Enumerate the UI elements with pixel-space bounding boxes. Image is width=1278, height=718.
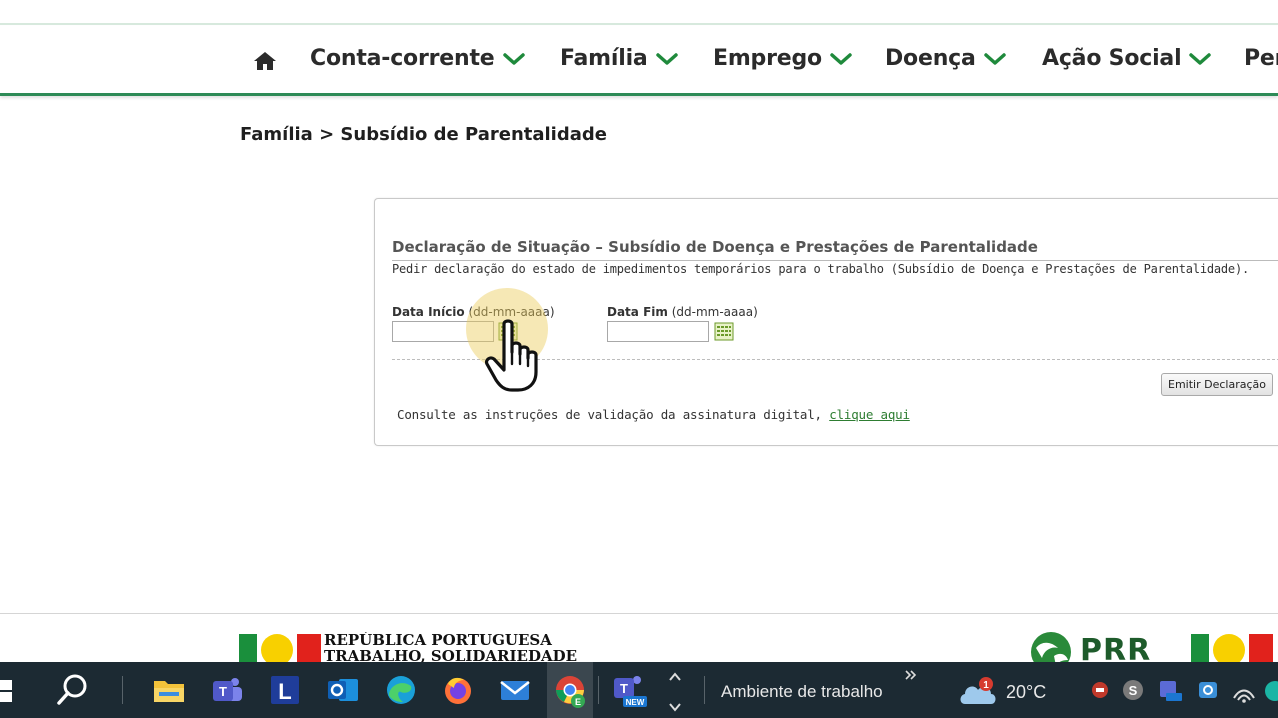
republica-flag-logo: [239, 634, 321, 666]
nav-item-label: Emprego: [713, 46, 822, 71]
stop-app-tray-icon[interactable]: [1082, 672, 1118, 708]
end-date-input[interactable]: [607, 321, 709, 342]
svg-text:L: L: [278, 679, 291, 704]
svg-text:T: T: [219, 684, 227, 699]
taskbar-scroll-arrows-icon[interactable]: [667, 668, 683, 714]
panel-title: Declaração de Situação – Subsídio de Doe…: [392, 238, 1038, 256]
validation-note: Consulte as instruções de validação da a…: [397, 407, 910, 422]
svg-text:T: T: [620, 681, 628, 696]
chevron-down-icon: [502, 52, 525, 65]
nav-item-conta-corrente[interactable]: Conta-corrente: [310, 46, 525, 71]
chevron-down-icon: [655, 52, 678, 65]
hand-cursor-icon: [484, 319, 538, 392]
nav-item-pensoes[interactable]: Per: [1244, 46, 1278, 71]
nav-item-doenca[interactable]: Doença: [885, 46, 1006, 71]
validation-text: Consulte as instruções de validação da a…: [397, 407, 822, 422]
mail-icon[interactable]: [497, 672, 533, 708]
teams-new-badge: NEW: [626, 698, 645, 707]
windows-start-icon[interactable]: [0, 680, 14, 702]
firefox-icon[interactable]: [440, 672, 476, 708]
skype-tray-icon[interactable]: S: [1115, 672, 1151, 708]
search-icon[interactable]: [55, 672, 91, 708]
start-date-label-text: Data Início: [392, 305, 465, 319]
title-divider: [392, 260, 1278, 261]
taskbar-separator: [122, 676, 123, 704]
file-explorer-icon[interactable]: [151, 672, 187, 708]
nav-item-label: Per: [1244, 46, 1278, 71]
republica-line1: REPÚBLICA PORTUGUESA: [324, 632, 552, 649]
end-date-label-text: Data Fim: [607, 305, 668, 319]
teams-new-icon[interactable]: T NEW: [611, 672, 647, 708]
svg-text:S: S: [1129, 683, 1138, 698]
nav-item-familia[interactable]: Família: [560, 46, 678, 71]
validation-link[interactable]: clique aqui: [829, 407, 910, 422]
emit-declaration-button[interactable]: Emitir Declaração: [1161, 373, 1273, 396]
end-date-format: (dd-mm-aaaa): [671, 305, 758, 319]
edge-icon[interactable]: [383, 672, 419, 708]
republica-flag-logo-right: [1191, 634, 1273, 666]
top-divider: [0, 23, 1278, 25]
teams-icon[interactable]: T: [209, 672, 245, 708]
chevron-down-icon: [1189, 52, 1212, 65]
end-date-label: Data Fim (dd-mm-aaaa): [607, 305, 758, 319]
panel-description: Pedir declaração do estado de impediment…: [392, 262, 1250, 276]
svg-text:E: E: [575, 697, 581, 707]
weather-cloud-icon[interactable]: 1: [957, 674, 999, 710]
nav-item-emprego[interactable]: Emprego: [713, 46, 852, 71]
breadcrumb: Família > Subsídio de Parentalidade: [240, 124, 607, 145]
nav-item-label: Conta-corrente: [310, 46, 495, 71]
wifi-icon[interactable]: [1226, 672, 1262, 708]
nav-item-label: Ação Social: [1042, 46, 1182, 71]
republica-line2: TRABALHO, SOLIDARIEDADE: [324, 647, 578, 662]
nav-item-label: Família: [560, 46, 648, 71]
taskbar: T L E T NEW Ambiente de trabalho 1 20°C …: [0, 662, 1278, 718]
main-nav: Conta-corrente Família Emprego Doença Aç…: [0, 26, 1278, 96]
weather-badge: 1: [983, 680, 989, 691]
teams-tray-icon[interactable]: [1152, 672, 1188, 708]
taskbar-separator: [598, 676, 599, 704]
edge-tray-icon[interactable]: [1264, 680, 1278, 702]
desktop-toolbar-label[interactable]: Ambiente de trabalho: [721, 682, 883, 702]
l-app-icon[interactable]: L: [267, 672, 303, 708]
calendar-icon[interactable]: [714, 322, 734, 341]
home-icon[interactable]: [253, 51, 277, 71]
taskbar-separator: [704, 676, 705, 704]
sync-tray-icon[interactable]: [1190, 672, 1226, 708]
weather-temperature[interactable]: 20°C: [1006, 682, 1046, 703]
nav-item-label: Doença: [885, 46, 976, 71]
republica-logo-text: REPÚBLICA PORTUGUESA TRABALHO, SOLIDARIE…: [324, 632, 577, 662]
outlook-icon[interactable]: [325, 672, 361, 708]
nav-item-acao-social[interactable]: Ação Social: [1042, 46, 1212, 71]
footer-divider: [0, 613, 1278, 614]
chrome-icon[interactable]: E: [552, 672, 588, 708]
chevron-down-icon: [830, 52, 852, 65]
chevron-down-icon: [983, 52, 1006, 65]
double-chevron-right-icon[interactable]: [904, 668, 918, 682]
